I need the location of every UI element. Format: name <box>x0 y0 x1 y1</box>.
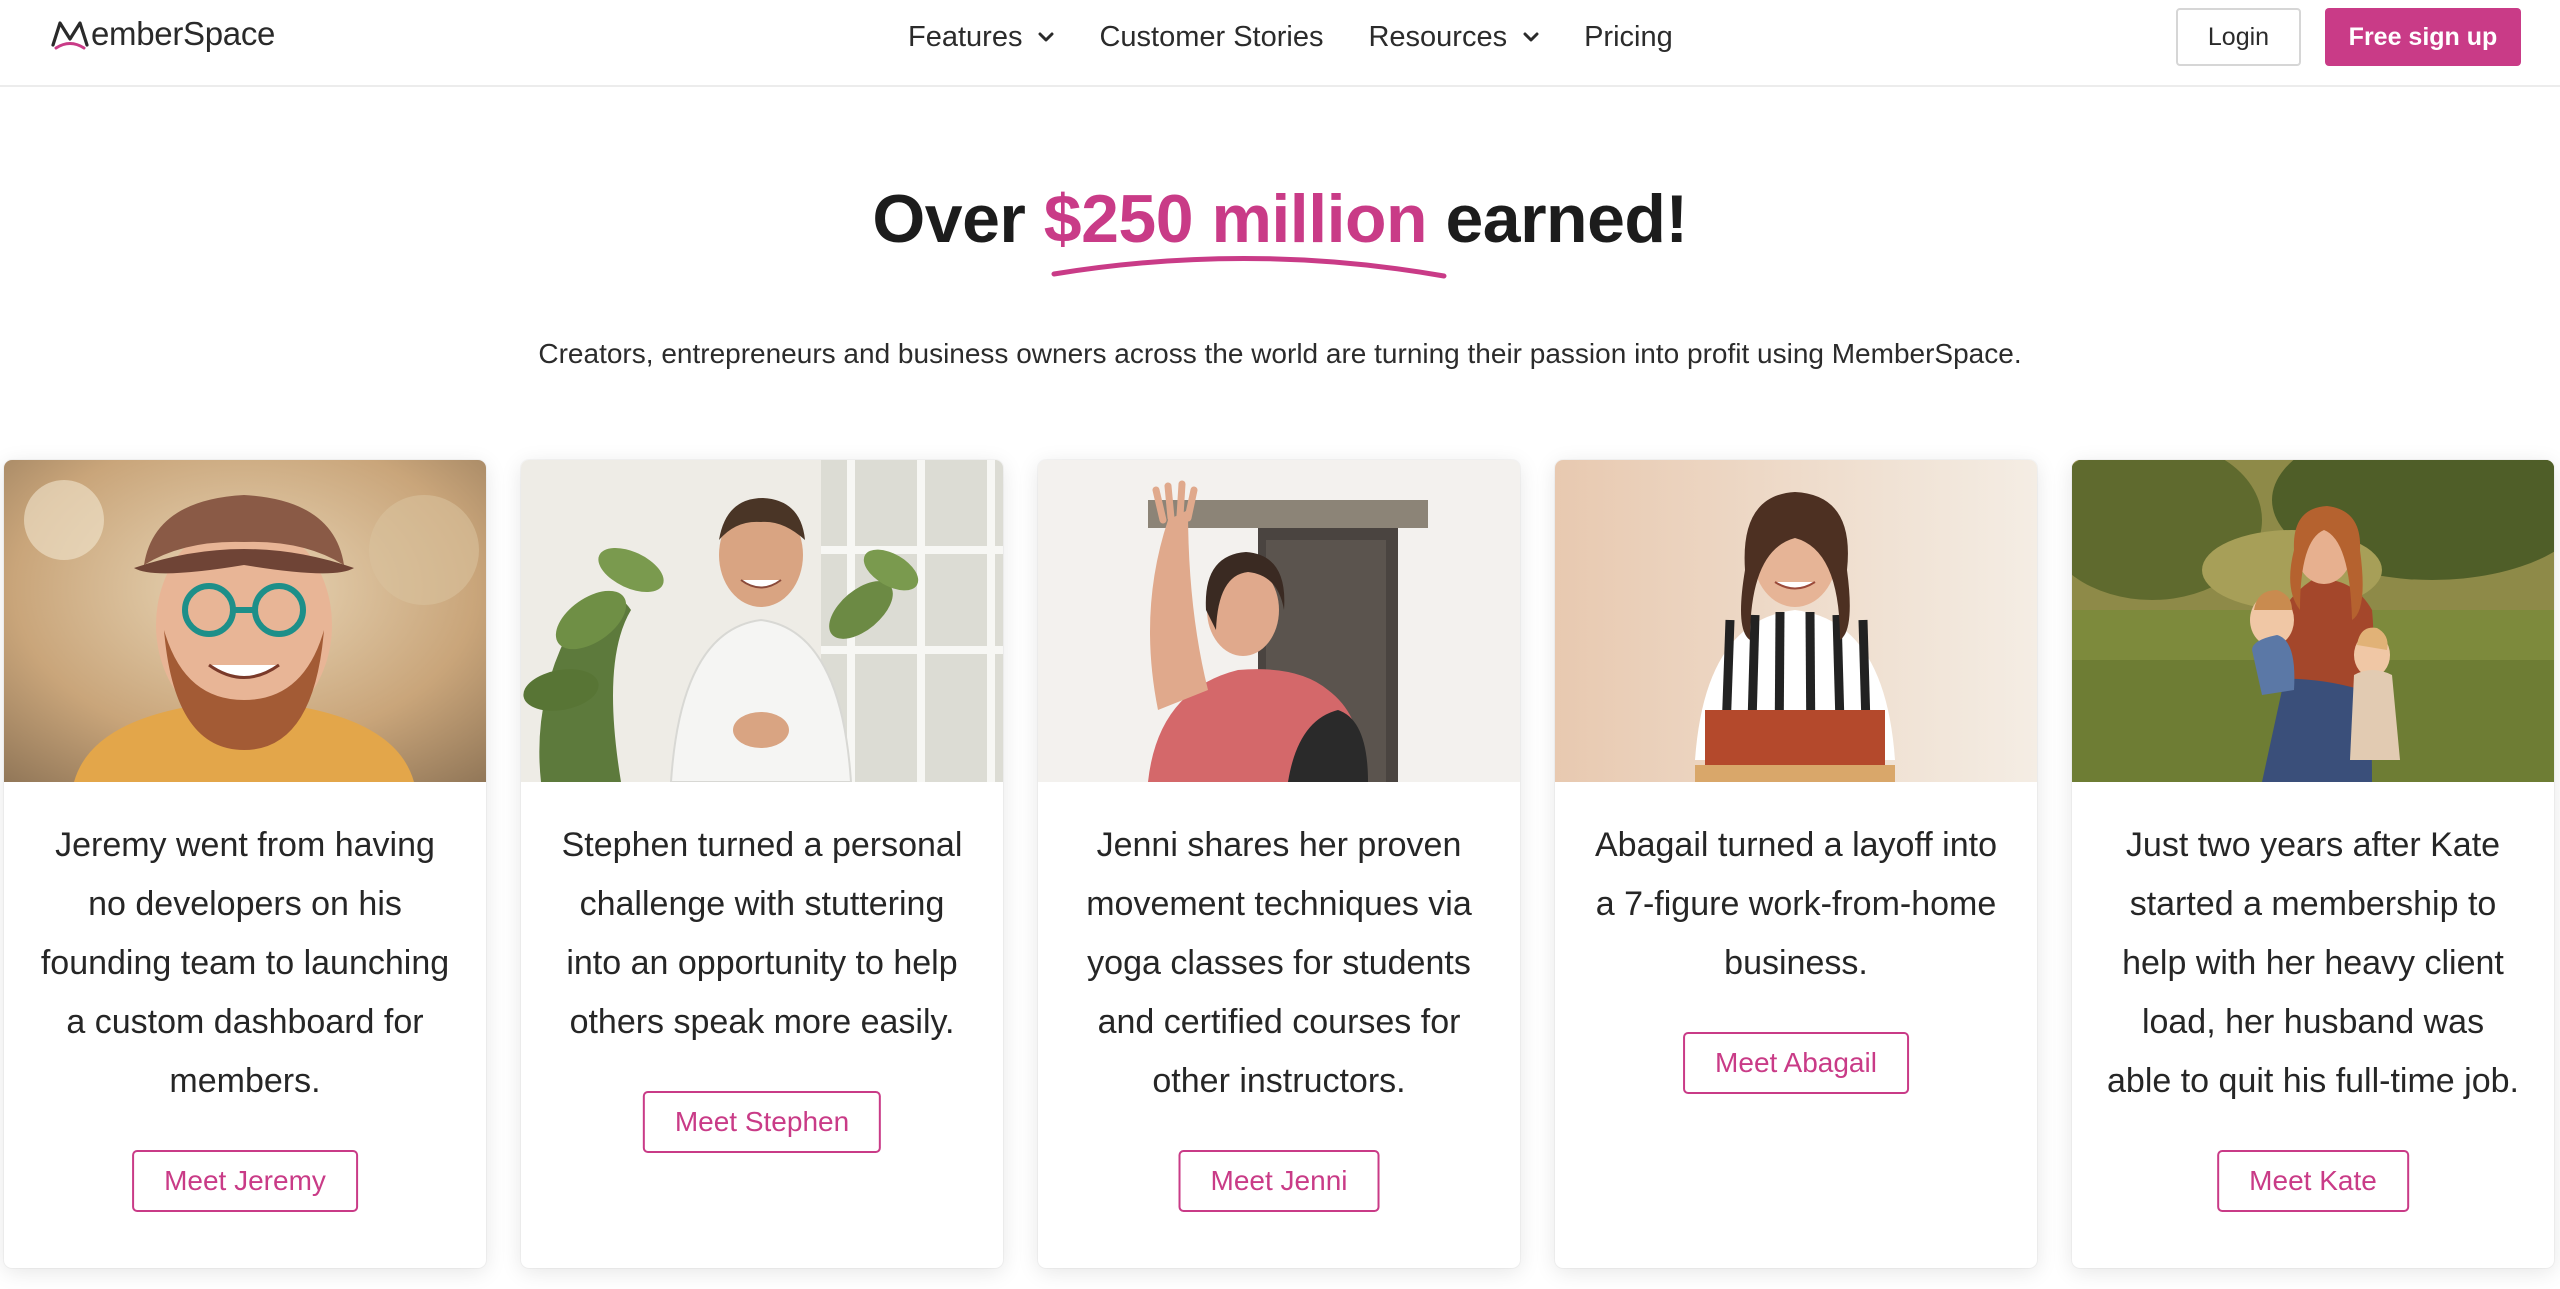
top-navigation: emberSpace Features Customer Stories Res… <box>0 0 2560 87</box>
underline-swoosh-decoration <box>1051 256 1447 279</box>
meet-jenni-button[interactable]: Meet Jenni <box>1178 1150 1380 1212</box>
menu-item-label: Resources <box>1368 20 1508 53</box>
chevron-down-icon <box>1523 31 1539 43</box>
story-card-kate: Just two years after Kate started a memb… <box>2072 460 2554 1268</box>
stephen-portrait-image <box>521 460 1003 782</box>
story-text: Just two years after Kate started a memb… <box>2107 826 2519 1100</box>
memberspace-m-icon <box>51 21 89 50</box>
menu-item-features[interactable]: Features <box>908 21 1054 54</box>
abagail-portrait-image <box>1555 460 2037 782</box>
menu-item-label: Pricing <box>1584 20 1673 53</box>
jeremy-portrait-image <box>4 460 486 782</box>
logo-text: emberSpace <box>91 15 276 52</box>
chevron-down-icon <box>1038 31 1054 43</box>
menu-item-label: Customer Stories <box>1099 20 1324 53</box>
free-signup-button[interactable]: Free sign up <box>2325 8 2521 66</box>
story-card-jenni: Jenni shares her proven movement techniq… <box>1038 460 1520 1268</box>
story-text: Stephen turned a personal challenge with… <box>561 826 963 1041</box>
headline-suffix: earned! <box>1427 181 1688 257</box>
menu-item-label: Features <box>908 20 1023 53</box>
login-button[interactable]: Login <box>2176 8 2301 66</box>
kate-portrait-image <box>2072 460 2554 782</box>
memberspace-logo[interactable]: emberSpace <box>50 14 275 54</box>
hero-subheading: Creators, entrepreneurs and business own… <box>538 338 2022 369</box>
meet-stephen-button[interactable]: Meet Stephen <box>642 1091 882 1153</box>
menu-item-pricing[interactable]: Pricing <box>1584 21 1673 54</box>
menu-item-resources[interactable]: Resources <box>1368 21 1539 54</box>
story-card-stephen: Stephen turned a personal challenge with… <box>521 460 1003 1268</box>
meet-abagail-button[interactable]: Meet Abagail <box>1683 1032 1909 1094</box>
main-menu: Features Customer Stories Resources Pric… <box>908 0 1673 74</box>
story-text: Jeremy went from having no developers on… <box>40 826 450 1100</box>
meet-jeremy-button[interactable]: Meet Jeremy <box>132 1150 358 1212</box>
meet-kate-button[interactable]: Meet Kate <box>2217 1150 2409 1212</box>
jenni-portrait-image <box>1038 460 1520 782</box>
headline-prefix: Over <box>872 181 1044 257</box>
story-text: Abagail turned a layoff into a 7-figure … <box>1595 826 1997 982</box>
menu-item-customer-stories[interactable]: Customer Stories <box>1099 21 1323 54</box>
story-card-jeremy: Jeremy went from having no developers on… <box>4 460 486 1268</box>
customer-stories-cards: Jeremy went from having no developers on… <box>4 460 2560 1270</box>
story-card-abagail: Abagail turned a layoff into a 7-figure … <box>1555 460 2037 1268</box>
story-text: Jenni shares her proven movement techniq… <box>1086 826 1472 1100</box>
